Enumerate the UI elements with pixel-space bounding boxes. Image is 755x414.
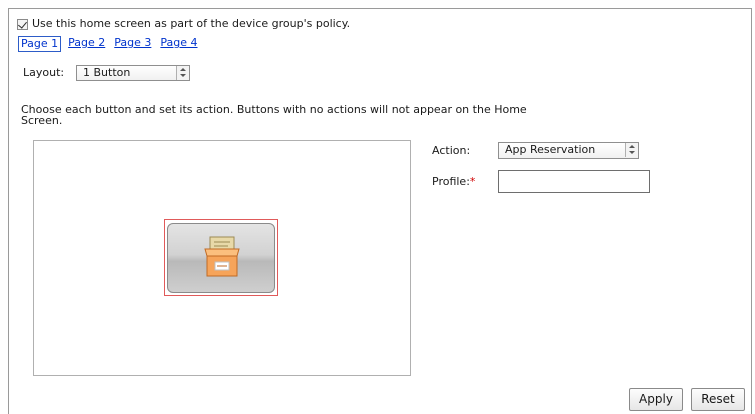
instructions-text: Choose each button and set its action. B… — [21, 103, 527, 127]
profile-label: Profile:* — [432, 175, 475, 189]
policy-checkbox[interactable] — [17, 18, 28, 30]
page-1-link[interactable]: Page 1 — [18, 36, 62, 52]
app-reservation-box-icon — [204, 236, 240, 277]
action-select[interactable]: App Reservation — [498, 142, 639, 159]
layout-label: Layout: — [23, 66, 65, 79]
action-label: Action: — [432, 144, 471, 157]
layout-select[interactable]: 1 Button — [76, 65, 190, 81]
action-select-value: App Reservation — [505, 143, 596, 156]
profile-input[interactable] — [498, 170, 650, 193]
page-4-link[interactable]: Page 4 — [158, 36, 199, 52]
home-screen-button[interactable] — [167, 223, 275, 293]
policy-checkbox-row[interactable]: Use this home screen as part of the devi… — [17, 17, 350, 31]
select-arrows-icon — [176, 66, 189, 80]
apply-button[interactable]: Apply — [629, 388, 683, 411]
home-screen-button-selected[interactable] — [164, 219, 278, 296]
required-mark: * — [469, 175, 476, 188]
profile-label-text: Profile: — [432, 175, 470, 188]
reset-button[interactable]: Reset — [691, 388, 745, 411]
select-arrows-icon — [625, 143, 638, 157]
layout-select-value: 1 Button — [83, 66, 131, 79]
page-tabs: Page 1 Page 2 Page 3 Page 4 — [18, 36, 205, 52]
page-2-link[interactable]: Page 2 — [66, 36, 107, 52]
page-3-link[interactable]: Page 3 — [112, 36, 153, 52]
policy-checkbox-label: Use this home screen as part of the devi… — [32, 17, 351, 30]
